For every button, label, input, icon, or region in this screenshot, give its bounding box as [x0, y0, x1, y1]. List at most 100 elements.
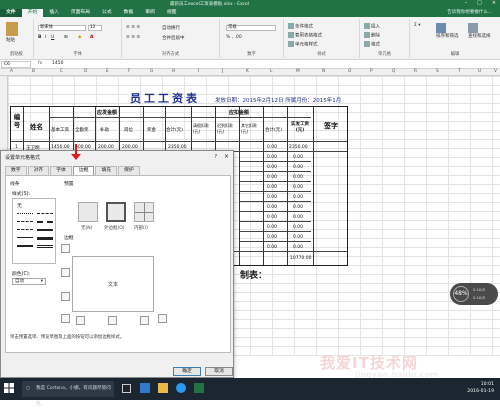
- preset-none-button[interactable]: [78, 202, 98, 222]
- align-left-icon[interactable]: ≡ ≡ ≡: [126, 35, 140, 40]
- column-header[interactable]: P: [370, 69, 373, 74]
- merge-center-button[interactable]: 合并后居中: [162, 35, 185, 41]
- cell-style-button[interactable]: 单元格样式: [288, 41, 318, 48]
- column-header[interactable]: B: [32, 69, 35, 74]
- deduct-total-cell[interactable]: 0.00: [267, 165, 277, 170]
- preset-inside-button[interactable]: [134, 202, 154, 222]
- line-style-option[interactable]: [17, 213, 33, 214]
- deduct-total-cell[interactable]: 0.00: [267, 225, 277, 230]
- file-explorer-icon[interactable]: [158, 383, 168, 393]
- column-header[interactable]: K: [246, 69, 249, 74]
- line-style-option[interactable]: [37, 221, 53, 223]
- net-salary-cell[interactable]: 0.00: [293, 185, 303, 190]
- column-header[interactable]: V: [494, 69, 497, 74]
- tab-fill[interactable]: 填充: [95, 166, 118, 175]
- delete-cells-button[interactable]: 删除: [364, 32, 380, 39]
- name-box[interactable]: C6: [1, 61, 31, 68]
- border-center-button[interactable]: [108, 316, 117, 325]
- task-view-icon[interactable]: [122, 384, 131, 393]
- column-header[interactable]: I: [198, 69, 199, 74]
- tab-view[interactable]: 视图: [161, 9, 183, 17]
- deduct-total-cell[interactable]: 0.00: [267, 175, 277, 180]
- column-header[interactable]: R: [414, 69, 417, 74]
- column-header[interactable]: S: [436, 69, 439, 74]
- line-style-option[interactable]: [37, 245, 53, 248]
- excel-icon[interactable]: [194, 383, 204, 393]
- deduct-total-cell[interactable]: 0.00: [267, 155, 277, 160]
- border-top-button[interactable]: [61, 244, 70, 253]
- column-header[interactable]: D: [84, 69, 87, 74]
- tab-insert[interactable]: 插入: [43, 9, 65, 17]
- insert-cells-button[interactable]: 插入: [364, 23, 380, 30]
- deduct-total-cell[interactable]: 0.00: [267, 235, 277, 240]
- border-preview[interactable]: 文本: [72, 256, 154, 312]
- wrap-text-button[interactable]: 自动换行: [162, 25, 180, 31]
- tell-me-box[interactable]: 告诉我你想要做什么...: [447, 9, 492, 17]
- tab-protection[interactable]: 保护: [118, 166, 140, 175]
- column-header[interactable]: Q: [392, 69, 395, 74]
- column-header[interactable]: F: [128, 69, 130, 74]
- number-format-select[interactable]: 常规: [226, 25, 276, 31]
- column-header[interactable]: O: [348, 69, 351, 74]
- ok-button[interactable]: 确定: [173, 367, 201, 376]
- percent-icon[interactable]: % , .00: [226, 35, 242, 40]
- table-format-button[interactable]: 套用表格格式: [288, 32, 322, 39]
- sort-filter-button[interactable]: 排序和筛选: [436, 23, 459, 39]
- tab-home[interactable]: 开始: [21, 9, 44, 17]
- line-style-option[interactable]: [17, 237, 33, 238]
- tab-file[interactable]: 文件: [0, 9, 22, 17]
- column-header[interactable]: A: [10, 69, 13, 74]
- line-style-option[interactable]: [17, 221, 33, 222]
- line-style-option[interactable]: [17, 245, 33, 247]
- column-header[interactable]: J: [222, 69, 223, 74]
- column-header[interactable]: H: [172, 69, 175, 74]
- bold-button[interactable]: B: [38, 35, 41, 40]
- windows-start-icon[interactable]: [4, 383, 14, 393]
- border-icon[interactable]: ⊞: [64, 35, 68, 40]
- column-header[interactable]: C: [60, 69, 63, 74]
- net-salary-cell[interactable]: 0.00: [293, 235, 303, 240]
- cortana-search-box[interactable]: ○ 我是 Cortana，小娜。有问题尽管问我。: [22, 381, 114, 407]
- row-net-salary[interactable]: 2350.00: [289, 145, 308, 150]
- formula-input[interactable]: 1450: [52, 61, 63, 66]
- align-top-icon[interactable]: ≡ ≡ ≡: [126, 25, 140, 30]
- deduct-total-cell[interactable]: 0.00: [267, 205, 277, 210]
- border-right-button[interactable]: [140, 316, 149, 325]
- deduct-total-cell[interactable]: 0.00: [267, 215, 277, 220]
- net-salary-cell[interactable]: 0.00: [293, 215, 303, 220]
- italic-button[interactable]: I: [45, 35, 46, 40]
- deduct-total-cell[interactable]: 0.00: [267, 185, 277, 190]
- font-color-icon[interactable]: A: [90, 35, 93, 40]
- deduct-total-cell[interactable]: 0.00: [267, 195, 277, 200]
- line-style-option[interactable]: [37, 237, 53, 240]
- tab-page-layout[interactable]: 页面布局: [65, 9, 96, 17]
- column-header[interactable]: T: [458, 69, 461, 74]
- border-diagonal-down-button[interactable]: [158, 314, 167, 323]
- minimize-icon[interactable]: –: [465, 0, 468, 6]
- font-size-select[interactable]: 12: [88, 25, 102, 31]
- net-salary-cell[interactable]: 0.00: [293, 205, 303, 210]
- preset-outline-button[interactable]: [106, 202, 126, 222]
- border-diagonal-up-button[interactable]: [61, 314, 70, 323]
- column-header[interactable]: G: [150, 69, 153, 74]
- border-middle-button[interactable]: [61, 268, 70, 277]
- tab-data[interactable]: 数据: [118, 9, 140, 17]
- close-icon[interactable]: ×: [492, 0, 496, 6]
- net-salary-cell[interactable]: 0.00: [293, 175, 303, 180]
- font-name-select[interactable]: 新宋体: [38, 25, 86, 31]
- format-cells-button[interactable]: 格式: [364, 41, 380, 48]
- fx-icon[interactable]: fx: [38, 61, 42, 66]
- net-salary-cell[interactable]: 0.00: [293, 225, 303, 230]
- net-salary-cell[interactable]: 0.00: [293, 165, 303, 170]
- column-header[interactable]: N: [322, 69, 325, 74]
- cancel-button[interactable]: 取消: [205, 367, 233, 376]
- color-select[interactable]: 自动 ▾: [12, 278, 46, 285]
- column-header[interactable]: L: [270, 69, 272, 74]
- line-style-option[interactable]: [37, 213, 53, 214]
- tab-number[interactable]: 数字: [5, 166, 27, 175]
- column-header[interactable]: U: [478, 69, 481, 74]
- edge-icon[interactable]: [140, 383, 150, 393]
- close-icon[interactable]: ×: [224, 153, 229, 160]
- maximize-icon[interactable]: □: [477, 0, 482, 6]
- column-header[interactable]: M: [296, 69, 300, 74]
